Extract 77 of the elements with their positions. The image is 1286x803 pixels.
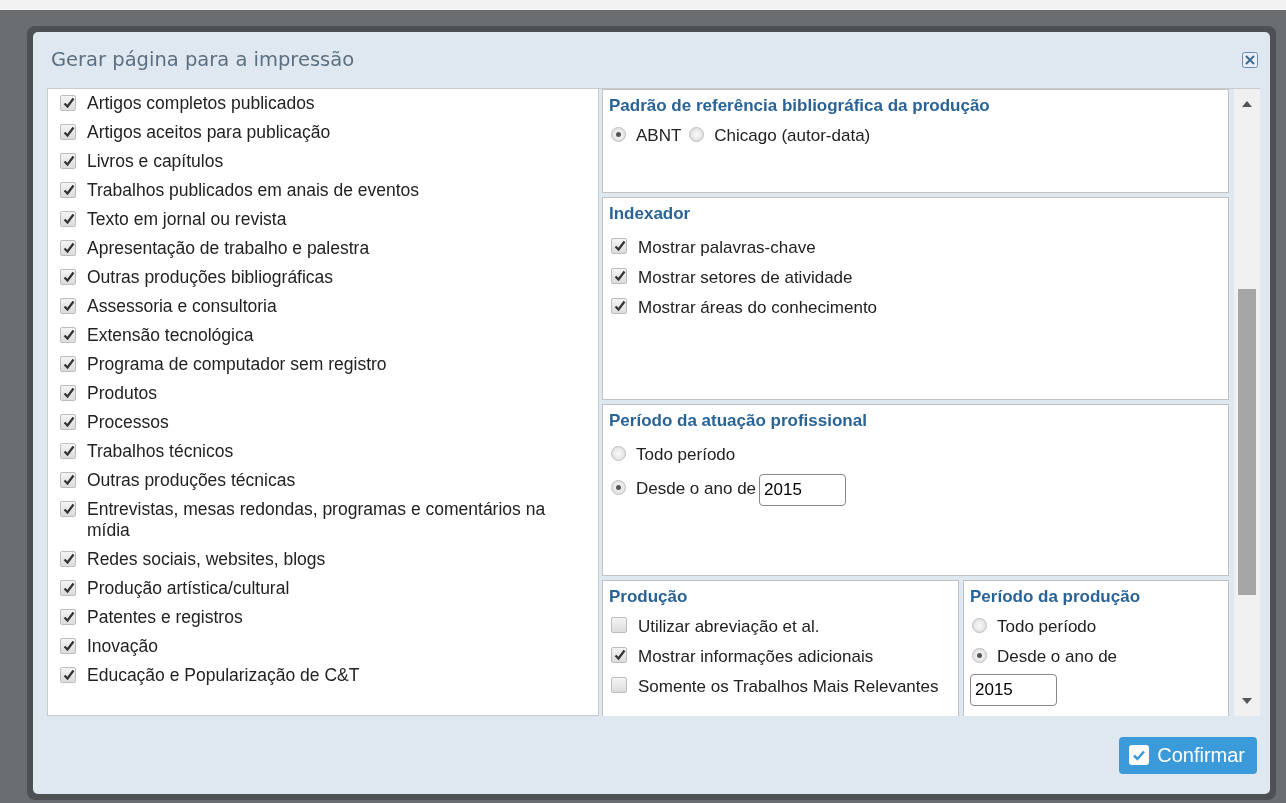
checkbox[interactable]: [60, 501, 76, 517]
option-label: Extensão tecnológica: [87, 325, 254, 346]
option-label: Artigos aceitos para publicação: [87, 122, 331, 143]
year-field[interactable]: 2015: [759, 473, 847, 506]
checkbox[interactable]: [60, 667, 76, 683]
option-label: Trabalhos técnicos: [87, 441, 234, 462]
option-label: Outras produções técnicas: [87, 470, 296, 491]
option-label: Mostrar setores de atividade: [638, 267, 853, 287]
checkbox[interactable]: [60, 327, 76, 343]
option-label: Produção artística/cultural: [87, 578, 290, 599]
option-label: Mostrar informações adicionais: [638, 646, 874, 666]
checkbox[interactable]: [611, 616, 627, 633]
checkbox[interactable]: [60, 298, 76, 314]
checkbox[interactable]: [60, 443, 76, 459]
dialog-title: Gerar página para a impressão: [51, 47, 355, 74]
option-label: Mostrar palavras-chave: [638, 237, 816, 257]
radio-button[interactable]: [972, 617, 987, 633]
checkbox[interactable]: [60, 638, 76, 654]
radio-button[interactable]: [972, 647, 987, 663]
checkbox[interactable]: [611, 297, 627, 314]
close-icon[interactable]: [1242, 52, 1258, 68]
option-label: Educação e Popularização de C&T: [87, 665, 360, 686]
checkbox[interactable]: [611, 237, 627, 254]
option-label: Programa de computador sem registro: [87, 354, 387, 375]
option-label: Todo período: [997, 616, 1097, 636]
option-label: Utilizar abreviação et al.: [638, 616, 820, 636]
checkbox[interactable]: [60, 240, 76, 256]
checkbox[interactable]: [60, 580, 76, 596]
option-label: Desde o ano de: [997, 646, 1118, 666]
option-label: Outras produções bibliográficas: [87, 267, 334, 288]
radio-button[interactable]: [611, 445, 626, 461]
option-label: Inovação: [87, 636, 159, 657]
radio-button[interactable]: [611, 126, 626, 142]
option-label: Texto em jornal ou revista: [87, 209, 287, 230]
option-label: ABNT: [636, 125, 682, 145]
option-label: Trabalhos publicados em anais de eventos: [87, 180, 420, 201]
panel-title: Padrão de referência bibliográfica da produção: [609, 95, 990, 117]
option-label: Patentes e registros: [87, 607, 243, 628]
checkbox[interactable]: [60, 153, 76, 169]
option-label: Livros e capítulos: [87, 151, 224, 172]
option-label: Mostrar áreas do conhecimento: [638, 297, 878, 317]
option-label: Entrevistas, mesas redondas, programas e comentários na mídia: [87, 499, 547, 541]
panel-title: Produção: [609, 586, 688, 608]
scrollbar[interactable]: [1234, 89, 1260, 716]
scroll-up-arrow-icon[interactable]: [1242, 101, 1252, 107]
checkbox[interactable]: [60, 609, 76, 625]
checkbox[interactable]: [60, 472, 76, 488]
radio-button[interactable]: [689, 126, 705, 142]
checkbox[interactable]: [60, 182, 76, 198]
checkbox[interactable]: [611, 267, 627, 284]
checkbox[interactable]: [60, 414, 76, 430]
checkbox[interactable]: [60, 356, 76, 372]
checkbox[interactable]: [60, 95, 76, 111]
radio-button[interactable]: [611, 480, 626, 495]
scroll-down-arrow-icon[interactable]: [1242, 698, 1252, 704]
checkbox[interactable]: [60, 385, 76, 401]
option-label: Redes sociais, websites, blogs: [87, 549, 326, 570]
checkbox[interactable]: [60, 211, 76, 227]
option-label: Artigos completos publicados: [87, 93, 315, 114]
option-label: Somente os Trabalhos Mais Relevantes: [638, 676, 939, 696]
option-label: Produtos: [87, 383, 158, 404]
checkbox[interactable]: [611, 676, 627, 693]
year-field[interactable]: 2015: [970, 673, 1057, 706]
panel-title: Período da produção: [970, 586, 1141, 608]
option-label: Chicago (autor-data): [714, 125, 871, 145]
option-label: Processos: [87, 412, 169, 433]
checkbox[interactable]: [60, 269, 76, 285]
checkbox[interactable]: [60, 124, 76, 140]
panel-title: Indexador: [609, 203, 691, 225]
panel-title: Período da atuação profissional: [609, 410, 867, 432]
checkmark-icon: [1129, 745, 1150, 765]
option-label: Apresentação de trabalho e palestra: [87, 238, 370, 259]
option-label: Desde o ano de: [636, 479, 757, 498]
option-label: Assessoria e consultoria: [87, 296, 277, 317]
checkbox[interactable]: [611, 646, 627, 663]
checkbox[interactable]: [60, 551, 76, 567]
option-label: Todo período: [636, 444, 736, 464]
